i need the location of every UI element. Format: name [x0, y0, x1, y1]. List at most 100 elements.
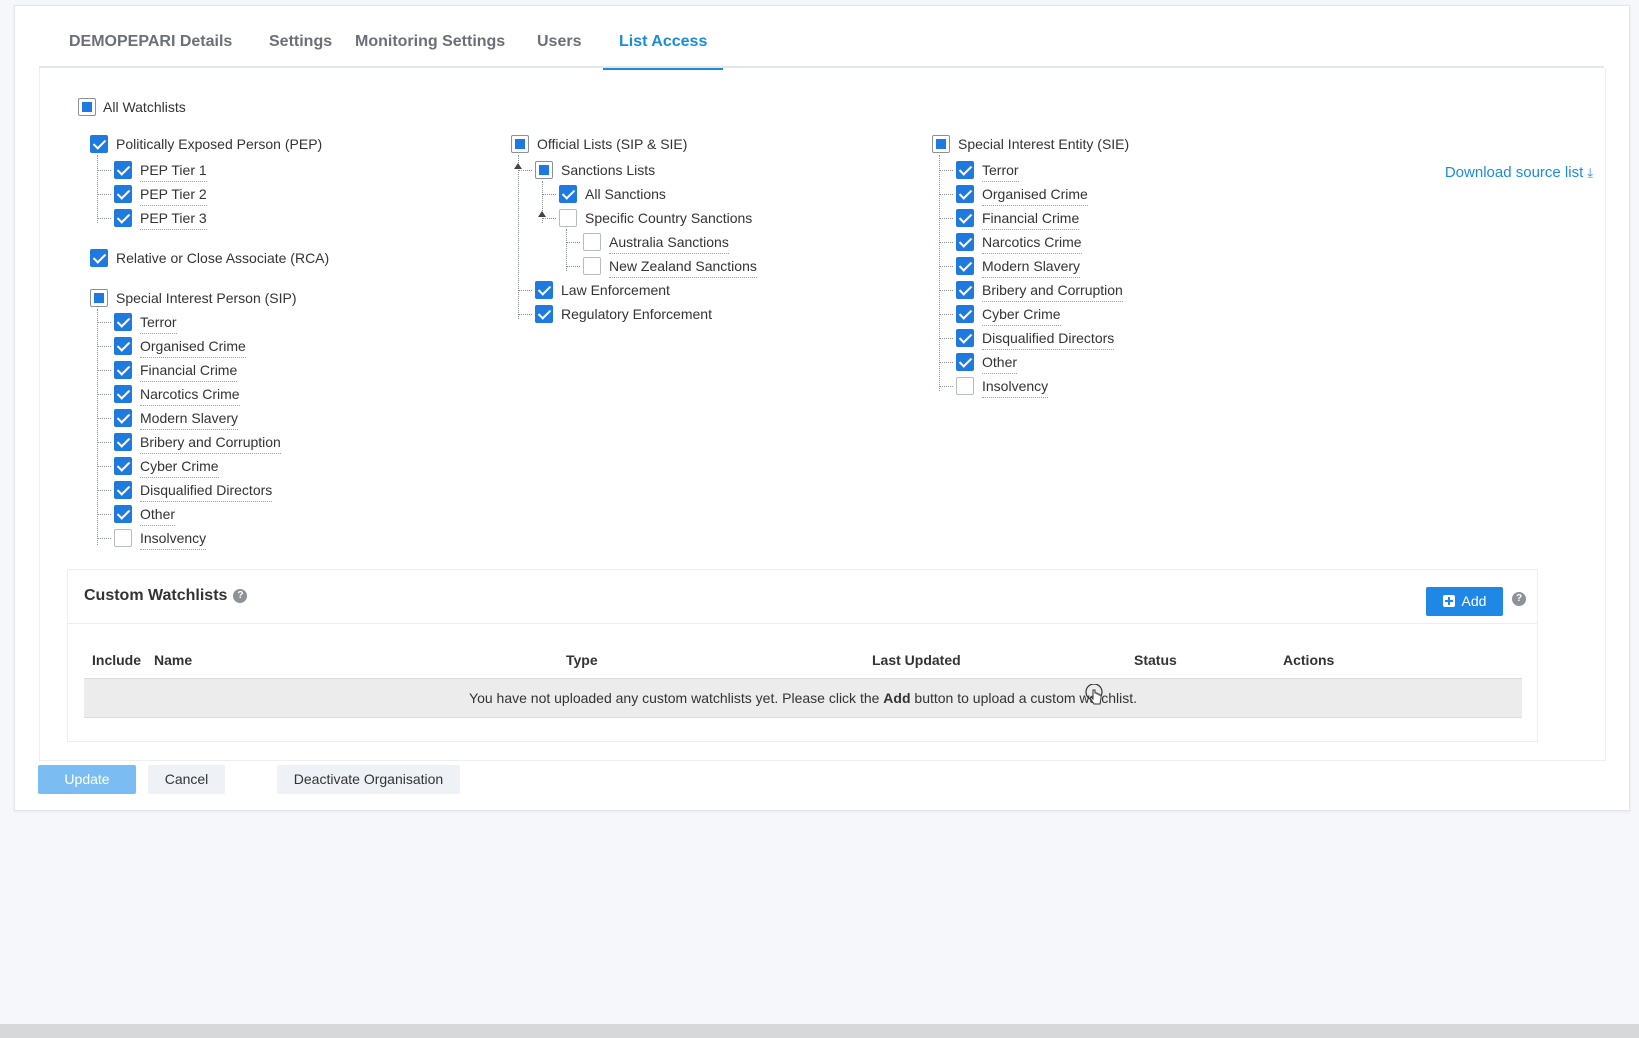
- tab-bar: DEMOPEPARI Details Settings Monitoring S…: [39, 6, 1604, 70]
- add-button-label: Add: [1461, 593, 1487, 609]
- column-header-actions: Actions: [1283, 652, 1335, 668]
- column-header-last-updated[interactable]: Last Updated: [872, 652, 961, 668]
- sip-terror-checkbox[interactable]: [114, 313, 132, 331]
- cancel-button[interactable]: Cancel: [148, 765, 225, 794]
- sip-other-label: Other: [140, 505, 176, 526]
- sie-organised-crime-checkbox[interactable]: [956, 185, 974, 203]
- tab-settings[interactable]: Settings: [253, 6, 348, 68]
- all-watchlists-checkbox[interactable]: [78, 98, 96, 116]
- all-sanctions-label: All Sanctions: [585, 186, 666, 202]
- collapse-toggle-icon[interactable]: [538, 211, 546, 217]
- settings-card: DEMOPEPARI Details Settings Monitoring S…: [14, 5, 1630, 811]
- pep-tier-3-label: PEP Tier 3: [140, 209, 207, 230]
- sie-narcotics-crime-checkbox[interactable]: [956, 233, 974, 251]
- sie-terror-label: Terror: [982, 161, 1019, 182]
- pep-tier-3-checkbox[interactable]: [114, 209, 132, 227]
- sip-cyber-crime-label: Cyber Crime: [140, 457, 219, 478]
- sie-checkbox[interactable]: [932, 135, 950, 153]
- sip-organised-crime-label: Organised Crime: [140, 337, 246, 358]
- sip-disqualified-directors-label: Disqualified Directors: [140, 481, 273, 502]
- sip-modern-slavery-checkbox[interactable]: [114, 409, 132, 427]
- column-header-name[interactable]: Name: [154, 652, 192, 668]
- custom-watchlists-section: Custom Watchlists? Add ? Include Name Ty…: [67, 569, 1538, 742]
- tab-list-access[interactable]: List Access: [603, 6, 724, 70]
- sip-financial-crime-checkbox[interactable]: [114, 361, 132, 379]
- sip-insolvency-label: Insolvency: [140, 529, 207, 550]
- sie-terror-checkbox[interactable]: [956, 161, 974, 179]
- sip-modern-slavery-label: Modern Slavery: [140, 409, 239, 430]
- sip-label: Special Interest Person (SIP): [116, 290, 297, 306]
- specific-country-sanctions-label: Specific Country Sanctions: [585, 210, 753, 226]
- sanctions-lists-label: Sanctions Lists: [561, 162, 656, 178]
- plus-icon: [1442, 595, 1455, 607]
- sie-insolvency-label: Insolvency: [982, 377, 1049, 398]
- sie-label: Special Interest Entity (SIE): [958, 136, 1130, 152]
- pep-tier-1-checkbox[interactable]: [114, 161, 132, 179]
- sip-cyber-crime-checkbox[interactable]: [114, 457, 132, 475]
- empty-table-message: You have not uploaded any custom watchli…: [84, 678, 1522, 718]
- collapse-toggle-icon[interactable]: [514, 163, 522, 169]
- australia-sanctions-label: Australia Sanctions: [609, 233, 729, 254]
- tab-details[interactable]: DEMOPEPARI Details: [53, 6, 248, 68]
- sip-organised-crime-checkbox[interactable]: [114, 337, 132, 355]
- tab-users[interactable]: Users: [521, 6, 597, 68]
- new-zealand-sanctions-checkbox[interactable]: [583, 257, 601, 275]
- help-icon[interactable]: ?: [233, 588, 248, 603]
- sip-terror-label: Terror: [140, 313, 177, 334]
- rca-label: Relative or Close Associate (RCA): [116, 250, 330, 266]
- hand-cursor-icon: [1085, 684, 1103, 705]
- download-icon: ⤓: [1587, 165, 1593, 180]
- sie-disqualified-directors-checkbox[interactable]: [956, 329, 974, 347]
- help-icon[interactable]: ?: [1512, 592, 1526, 606]
- custom-watchlists-title: Custom Watchlists?: [84, 587, 248, 605]
- sanctions-lists-checkbox[interactable]: [535, 161, 553, 179]
- tab-monitoring-settings[interactable]: Monitoring Settings: [339, 6, 521, 68]
- column-header-status[interactable]: Status: [1134, 652, 1177, 668]
- column-header-include[interactable]: Include: [92, 652, 141, 668]
- bottom-scroll-bar: [0, 1024, 1639, 1038]
- download-source-list-label: Download source list: [1444, 164, 1584, 181]
- deactivate-organisation-button[interactable]: Deactivate Organisation: [277, 765, 460, 794]
- pep-tier-2-checkbox[interactable]: [114, 185, 132, 203]
- sie-cyber-crime-checkbox[interactable]: [956, 305, 974, 323]
- sie-modern-slavery-checkbox[interactable]: [956, 257, 974, 275]
- empty-message-start: You have not uploaded any custom watchli…: [469, 690, 884, 706]
- sip-narcotics-crime-label: Narcotics Crime: [140, 385, 240, 406]
- sip-checkbox[interactable]: [90, 289, 108, 307]
- rca-checkbox[interactable]: [90, 249, 108, 267]
- australia-sanctions-checkbox[interactable]: [583, 233, 601, 251]
- add-custom-watchlist-button[interactable]: Add: [1426, 587, 1503, 616]
- pep-tier-2-label: PEP Tier 2: [140, 185, 207, 206]
- official-lists-checkbox[interactable]: [511, 135, 529, 153]
- all-watchlists-label: All Watchlists: [103, 99, 186, 115]
- regulatory-enforcement-label: Regulatory Enforcement: [561, 306, 712, 322]
- column-header-type[interactable]: Type: [566, 652, 598, 668]
- empty-message-add: Add: [883, 690, 911, 706]
- law-enforcement-checkbox[interactable]: [535, 281, 553, 299]
- sie-other-label: Other: [982, 353, 1018, 374]
- all-sanctions-checkbox[interactable]: [559, 185, 577, 203]
- regulatory-enforcement-checkbox[interactable]: [535, 305, 553, 323]
- download-source-list-link[interactable]: Download source list ⤓: [1445, 164, 1593, 181]
- sie-financial-crime-checkbox[interactable]: [956, 209, 974, 227]
- law-enforcement-label: Law Enforcement: [561, 282, 670, 298]
- pep-checkbox[interactable]: [90, 135, 108, 153]
- sip-bribery-and-corruption-checkbox[interactable]: [114, 433, 132, 451]
- sie-organised-crime-label: Organised Crime: [982, 185, 1088, 206]
- update-button[interactable]: Update: [38, 765, 136, 794]
- sie-other-checkbox[interactable]: [956, 353, 974, 371]
- sip-insolvency-checkbox[interactable]: [114, 529, 132, 547]
- sie-bribery-and-corruption-checkbox[interactable]: [956, 281, 974, 299]
- sie-narcotics-crime-label: Narcotics Crime: [982, 233, 1082, 254]
- specific-country-sanctions-checkbox[interactable]: [559, 209, 577, 227]
- official-lists-label: Official Lists (SIP & SIE): [537, 136, 688, 152]
- sip-other-checkbox[interactable]: [114, 505, 132, 523]
- new-zealand-sanctions-label: New Zealand Sanctions: [609, 257, 757, 278]
- sie-insolvency-checkbox[interactable]: [956, 377, 974, 395]
- sie-disqualified-directors-label: Disqualified Directors: [982, 329, 1115, 350]
- sip-disqualified-directors-checkbox[interactable]: [114, 481, 132, 499]
- sie-modern-slavery-label: Modern Slavery: [982, 257, 1081, 278]
- sip-narcotics-crime-checkbox[interactable]: [114, 385, 132, 403]
- sip-financial-crime-label: Financial Crime: [140, 361, 238, 382]
- custom-watchlists-heading: Custom Watchlists: [84, 587, 228, 604]
